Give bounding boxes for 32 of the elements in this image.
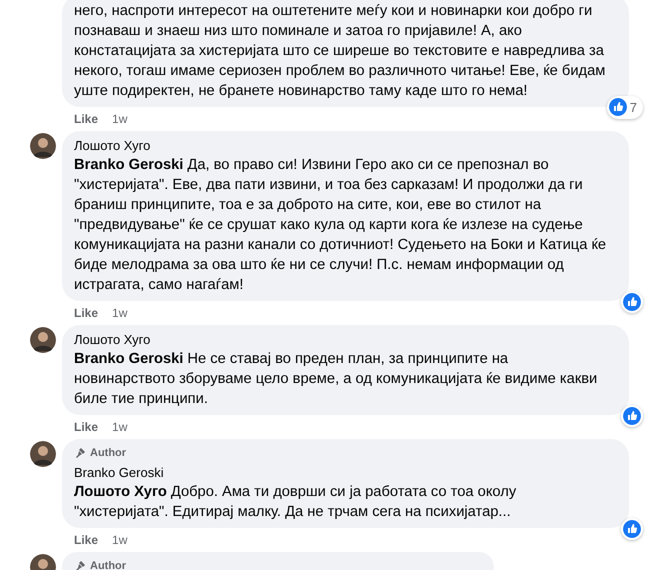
commenter-name[interactable]: Лошото Хуго <box>74 331 613 349</box>
like-link[interactable]: Like <box>74 530 98 548</box>
mention-link[interactable]: Branko Geroski <box>74 351 184 367</box>
commenter-name[interactable]: Branko Geroski <box>74 464 613 482</box>
mention-link[interactable]: Branko Geroski <box>74 157 184 173</box>
comment-time[interactable]: 1w <box>112 110 128 128</box>
like-reaction-icon <box>623 520 641 538</box>
reaction-count: 7 <box>630 98 638 116</box>
comment-time[interactable]: 1w <box>112 304 128 322</box>
like-reaction-icon <box>623 407 641 425</box>
reaction-badge[interactable] <box>621 405 643 427</box>
avatar[interactable] <box>30 441 56 467</box>
author-label: Author <box>90 558 126 570</box>
like-reaction-icon <box>623 293 641 311</box>
comment-time[interactable]: 1w <box>112 530 128 548</box>
like-link[interactable]: Like <box>74 304 98 322</box>
comment-text: Лошото Хуго Добро. Ама ти доврши си ја работата со тоа околу "хистеријата". Едитирај малку. Да не трчам сега на психијатар... <box>74 482 518 522</box>
reaction-badge[interactable] <box>621 518 643 540</box>
comment-time[interactable]: 1w <box>112 418 128 436</box>
like-link[interactable]: Like <box>74 418 98 436</box>
like-link[interactable]: Like <box>74 110 98 128</box>
avatar[interactable] <box>30 327 56 353</box>
like-reaction-icon <box>608 98 627 116</box>
author-label: Author <box>90 446 126 461</box>
reaction-badge[interactable]: 7 <box>606 96 643 119</box>
comment-text: Branko Geroski Да, во право си! Извини Геро ако си се препознал во "хистеријата". Еве, два пати извини, и тоа без сарказам! И продолжи да ги браниш принципите, тоа е за доброто на сите, кои, еве во стилот на "предвидување" ќе се срушат како кула од карти кога ќе излезе на судење комуникацијата на разни канали со дотичниот! Судењето на Боки и Катица ќе биде мелодрама за ова што ќе ни се случи! П.с. немам информации од истрагата, само нагаѓам! <box>74 156 608 295</box>
reaction-badge[interactable] <box>621 291 643 313</box>
commenter-name[interactable]: Лошото Хуго <box>74 137 613 155</box>
mention-link[interactable]: Лошото Хуго <box>74 484 167 500</box>
avatar[interactable] <box>30 133 56 159</box>
comment-text: него, наспроти интересот на оштетените меѓу кои и новинарки кои добро ги познаваш и знаеш низ што поминале и затоа го пријавиле! А, ако констатацијата за хистеријата што се ширеше во текстовите е навредлива за некого, тогаш имаме сериозен проблем во различното читање! Еве, ќе бидам уште подиректен, не бранете новинарство таму каде што го нема! <box>74 2 606 101</box>
comment-text: Branko Geroski Не се ставај во преден план, за принципите на новинарството зборуваме цело време, а од комуникацијата ќе видиме какви биле тие принципи. <box>74 350 598 409</box>
